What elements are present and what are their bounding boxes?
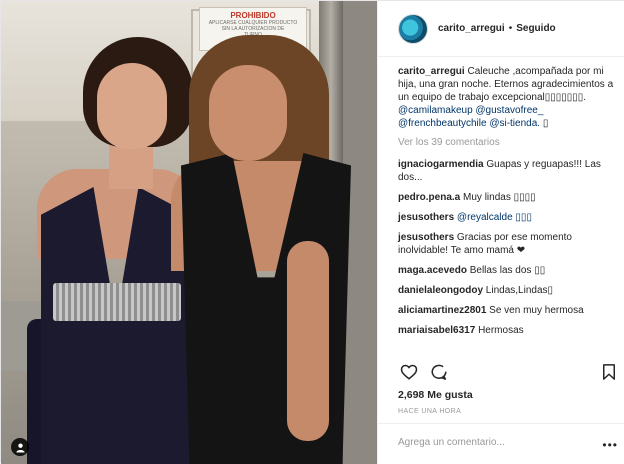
post-side-panel: carito_arregui • Seguido carito_arregui … xyxy=(377,1,624,464)
like-button[interactable] xyxy=(398,361,420,383)
comment-item: jesusothers @reyalcalde ▯▯▯ xyxy=(398,211,622,224)
caption-trailing: ▯ xyxy=(540,118,549,129)
follow-status-button[interactable]: Seguido xyxy=(516,23,555,34)
comment-item: ignaciogarmendia Guapas y reguapas!!! La… xyxy=(398,158,622,184)
post-timestamp: HACE UNA HORA xyxy=(398,408,462,415)
daughter-belt xyxy=(53,283,181,321)
comment-button[interactable] xyxy=(428,361,450,383)
view-all-comments-link[interactable]: Ver los 39 comentarios xyxy=(398,136,622,149)
post-header: carito_arregui • Seguido xyxy=(378,1,624,57)
comment-text: Bellas las dos ▯▯ xyxy=(469,265,546,276)
comment-username[interactable]: mariaisabel6317 xyxy=(398,325,475,336)
post-photo[interactable]: PROHIBIDO APLICARSE CUALQUIER PRODUCTO S… xyxy=(1,1,377,464)
add-comment-bar: ••• xyxy=(378,423,624,464)
caption-tag[interactable]: @si-tienda. xyxy=(489,118,540,129)
comment-item: maga.acevedo Bellas las dos ▯▯ xyxy=(398,264,622,277)
instagram-post: PROHIBIDO APLICARSE CUALQUIER PRODUCTO S… xyxy=(0,0,624,464)
more-options-icon[interactable]: ••• xyxy=(602,438,618,452)
mother-face xyxy=(209,65,287,161)
comment-item: mariaisabel6317 Hermosas xyxy=(398,324,622,337)
comment-text: Hermosas xyxy=(478,325,524,336)
comment-text: Lindas,Lindas▯ xyxy=(485,285,554,296)
comment-text[interactable]: @reyalcalde ▯▯▯ xyxy=(457,212,532,223)
comment-username[interactable]: danielaleongodoy xyxy=(398,285,483,296)
comment-item: pedro.pena.a Muy lindas ▯▯▯▯ xyxy=(398,191,622,204)
post-caption: carito_arregui Caleuche ,acompañada por … xyxy=(398,65,622,130)
caption-tag[interactable]: @gustavofree_ xyxy=(475,105,543,116)
bookmark-icon xyxy=(603,364,615,380)
mother-arm xyxy=(287,241,329,441)
save-button[interactable] xyxy=(598,361,620,383)
daughter-face xyxy=(97,63,167,149)
comment-username[interactable]: jesusothers xyxy=(398,232,454,243)
user-icon xyxy=(15,442,25,453)
tagged-users-icon[interactable] xyxy=(11,438,29,456)
avatar[interactable] xyxy=(398,13,428,44)
comment-item: jesusothers Gracias por ese momento inol… xyxy=(398,231,622,257)
comment-item: danielaleongodoy Lindas,Lindas▯ xyxy=(398,284,622,297)
comment-username[interactable]: ignaciogarmendia xyxy=(398,159,484,170)
comment-username[interactable]: aliciamartinez2801 xyxy=(398,305,486,316)
comment-input[interactable] xyxy=(398,437,578,448)
header-username[interactable]: carito_arregui xyxy=(438,23,505,34)
caption-tag[interactable]: @camilamakeup xyxy=(398,105,473,116)
likes-count[interactable]: 2,698 Me gusta xyxy=(398,389,473,401)
comment-bubble-icon xyxy=(431,364,447,380)
comment-username[interactable]: jesusothers xyxy=(398,212,454,223)
comment-username[interactable]: pedro.pena.a xyxy=(398,192,460,203)
comment-username[interactable]: maga.acevedo xyxy=(398,265,467,276)
caption-tag[interactable]: @frenchbeautychile xyxy=(398,118,487,129)
comments-list: carito_arregui Caleuche ,acompañada por … xyxy=(398,65,622,344)
heart-icon xyxy=(400,364,418,380)
comment-text: Muy lindas ▯▯▯▯ xyxy=(463,192,536,203)
photo-sign-title: PROHIBIDO xyxy=(230,11,276,20)
header-separator: • xyxy=(508,23,513,34)
comment-text: Se ven muy hermosa xyxy=(489,305,584,316)
caption-username[interactable]: carito_arregui xyxy=(398,66,465,77)
comment-item: aliciamartinez2801 Se ven muy hermosa xyxy=(398,304,622,317)
post-actions xyxy=(398,361,618,383)
